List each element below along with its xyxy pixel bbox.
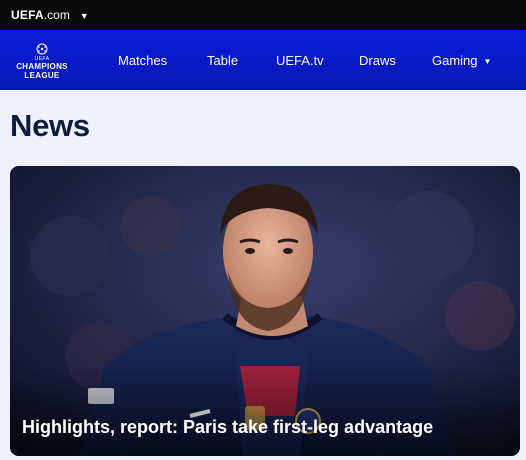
nav-item-label: Matches [118, 52, 168, 68]
caret-down-icon: ▼ [483, 56, 492, 66]
main-navigation: UEFA CHAMPIONS LEAGUE Matches Table UEFA… [0, 30, 526, 90]
uefa-brand-suffix: .com [43, 8, 70, 22]
top-bar: UEFA .com ▼ [0, 0, 526, 30]
logo-line-2: CHAMPIONS [16, 61, 68, 71]
champions-league-logo[interactable]: UEFA CHAMPIONS LEAGUE [8, 42, 76, 80]
headline-gradient [10, 366, 520, 456]
news-headline[interactable]: Highlights, report: Paris take first-leg… [22, 416, 508, 438]
featured-news-card[interactable]: Highlights, report: Paris take first-leg… [10, 166, 520, 456]
page-title: News [10, 108, 90, 143]
starball-icon [36, 43, 48, 54]
nav-item-table[interactable]: Table [207, 30, 238, 90]
nav-item-label: Gaming [432, 52, 478, 68]
nav-item-matches[interactable]: Matches [118, 30, 167, 90]
nav-item-label: Table [207, 52, 239, 68]
nav-item-draws[interactable]: Draws [359, 30, 396, 90]
nav-item-gaming[interactable]: Gaming ▼ [432, 30, 491, 90]
nav-item-uefa-tv[interactable]: UEFA.tv [276, 30, 324, 90]
uefa-com-switcher[interactable]: UEFA .com ▼ [11, 8, 89, 22]
logo-line-3: LEAGUE [24, 70, 60, 80]
caret-down-icon: ▼ [79, 10, 89, 21]
uefa-brand-bold: UEFA [11, 8, 44, 22]
nav-item-label: Draws [359, 52, 396, 68]
nav-item-label: UEFA.tv [276, 52, 324, 68]
